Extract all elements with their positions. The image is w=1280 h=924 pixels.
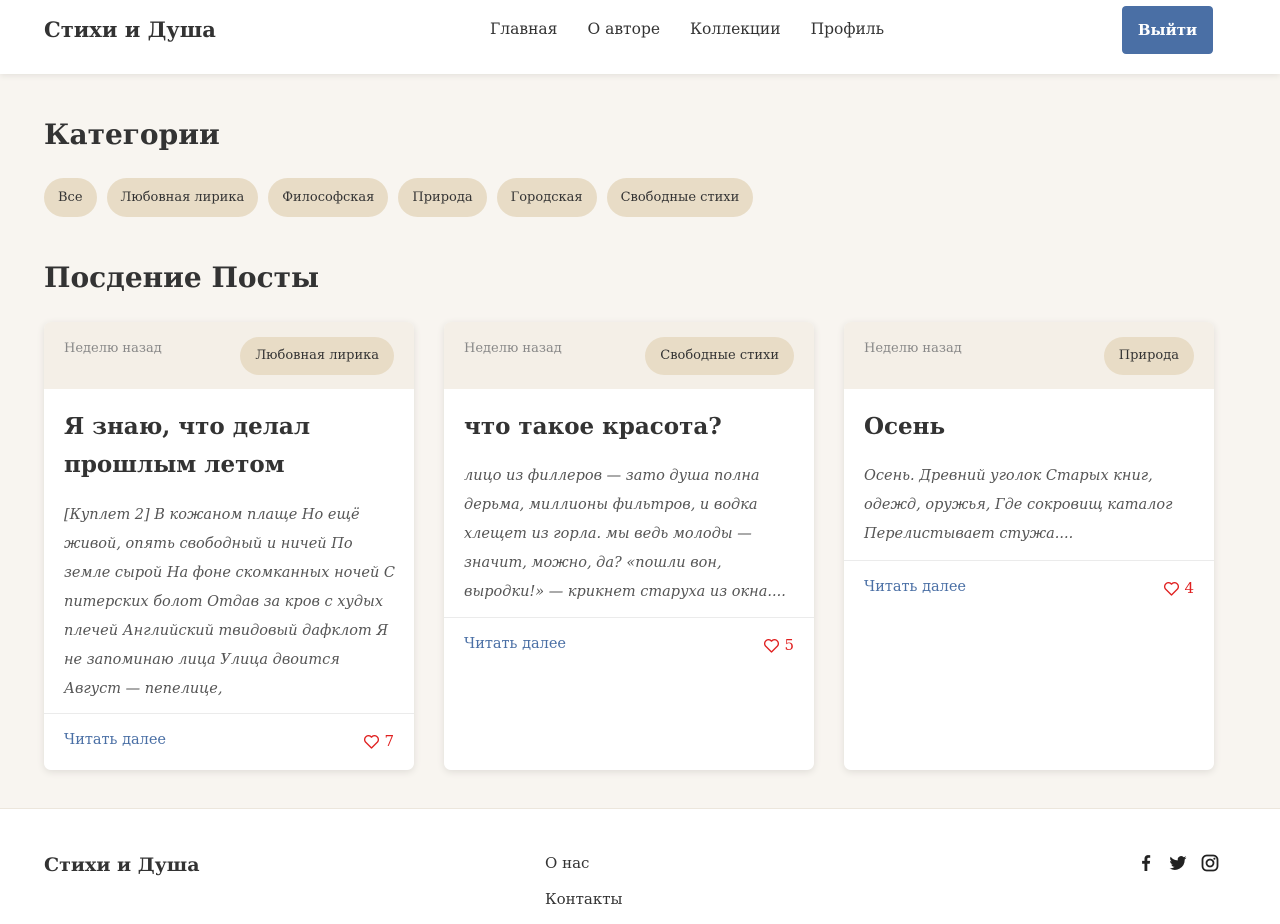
like-count: 5 bbox=[784, 636, 794, 654]
main-nav: Главная О авторе Коллекции Профиль bbox=[490, 20, 884, 38]
category-philosophical[interactable]: Философская bbox=[268, 178, 389, 217]
post-category-badge[interactable]: Свободные стихи bbox=[645, 337, 794, 375]
post-excerpt: [Куплет 2] В кожаном плаще Но ещё живой,… bbox=[64, 507, 396, 697]
like-count: 7 bbox=[384, 732, 394, 750]
post-card: Неделю назад Любовная лирика Я знаю, что… bbox=[44, 322, 414, 770]
twitter-icon[interactable] bbox=[1168, 853, 1188, 873]
post-title[interactable]: Я знаю, что делал прошлым летом bbox=[64, 408, 394, 484]
category-list: Все Любовная лирика Философская Природа … bbox=[44, 178, 754, 217]
read-more-link[interactable]: Читать далее bbox=[464, 636, 566, 652]
post-title[interactable]: Осень bbox=[864, 408, 1194, 446]
post-date: Неделю назад bbox=[64, 341, 162, 356]
card-header: Неделю назад Любовная лирика bbox=[44, 322, 414, 389]
posts-title: Посдение Посты bbox=[44, 261, 320, 294]
read-more-link[interactable]: Читать далее bbox=[64, 732, 166, 748]
category-love-lyrics[interactable]: Любовная лирика bbox=[106, 178, 259, 217]
category-nature[interactable]: Природа bbox=[398, 178, 487, 217]
like-button[interactable]: 5 bbox=[763, 636, 794, 654]
post-date: Неделю назад bbox=[464, 341, 562, 356]
nav-link-home[interactable]: Главная bbox=[490, 20, 557, 38]
instagram-icon[interactable] bbox=[1200, 853, 1220, 873]
card-divider bbox=[44, 713, 414, 714]
read-more-link[interactable]: Читать далее bbox=[864, 579, 966, 595]
site-logo[interactable]: Стихи и Душа bbox=[44, 17, 216, 42]
category-urban[interactable]: Городская bbox=[496, 178, 597, 217]
footer-link-contacts[interactable]: Контакты bbox=[545, 889, 623, 924]
heart-icon bbox=[364, 734, 380, 749]
card-divider bbox=[444, 617, 814, 618]
post-title[interactable]: что такое красота? bbox=[464, 408, 794, 446]
card-divider bbox=[844, 560, 1214, 561]
card-header: Неделю назад Природа bbox=[844, 322, 1214, 389]
nav-link-about[interactable]: О авторе bbox=[587, 20, 660, 38]
post-card: Неделю назад Свободные стихи что такое к… bbox=[444, 322, 814, 770]
post-category-badge[interactable]: Природа bbox=[1103, 337, 1194, 375]
logout-button[interactable]: Выйти bbox=[1122, 6, 1213, 54]
heart-icon bbox=[764, 638, 780, 653]
like-count: 4 bbox=[1184, 579, 1194, 597]
heart-icon bbox=[1164, 581, 1180, 596]
category-all[interactable]: Все bbox=[44, 178, 97, 217]
nav-link-profile[interactable]: Профиль bbox=[811, 20, 885, 38]
footer-link-about[interactable]: О нас bbox=[545, 853, 623, 889]
post-card: Неделю назад Природа Осень Осень. Древни… bbox=[844, 322, 1214, 770]
site-header: Стихи и Душа Главная О авторе Коллекции … bbox=[0, 0, 1280, 74]
post-excerpt: Осень. Древний уголок Старых книг, одежд… bbox=[864, 468, 1173, 542]
post-date: Неделю назад bbox=[864, 341, 962, 356]
site-footer: Стихи и Душа О нас Контакты bbox=[0, 808, 1280, 924]
like-button[interactable]: 7 bbox=[363, 732, 394, 750]
footer-links: О нас Контакты bbox=[545, 853, 623, 924]
categories-title: Категории bbox=[44, 118, 220, 151]
card-header: Неделю назад Свободные стихи bbox=[444, 322, 814, 389]
facebook-icon[interactable] bbox=[1136, 853, 1156, 873]
social-links bbox=[1136, 853, 1220, 873]
like-button[interactable]: 4 bbox=[1163, 579, 1194, 597]
post-excerpt: лицо из филлеров — зато душа полна дерьм… bbox=[464, 468, 786, 600]
category-free-verse[interactable]: Свободные стихи bbox=[606, 178, 754, 217]
footer-logo: Стихи и Душа bbox=[44, 854, 200, 876]
nav-link-collections[interactable]: Коллекции bbox=[690, 20, 781, 38]
post-category-badge[interactable]: Любовная лирика bbox=[240, 337, 394, 375]
